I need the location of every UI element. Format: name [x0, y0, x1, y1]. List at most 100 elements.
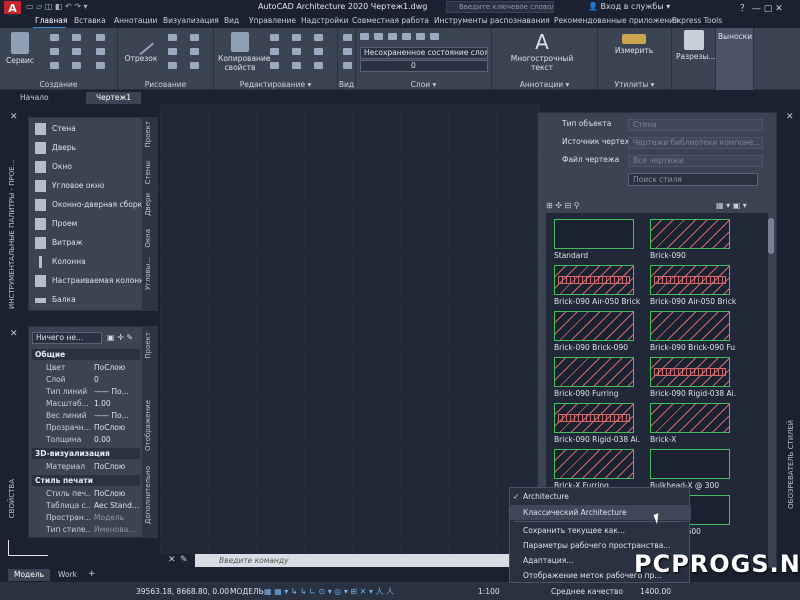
- style-swatch[interactable]: [650, 449, 730, 479]
- prop-row[interactable]: Таблица с... Aec Stand...: [32, 500, 140, 511]
- layout-tab-model[interactable]: Модель: [8, 569, 51, 581]
- doc-tab-drawing1[interactable]: Чертеж1: [86, 92, 142, 104]
- style-swatch[interactable]: [650, 311, 730, 341]
- line-button[interactable]: Отрезок: [124, 28, 158, 63]
- tab-express-tools[interactable]: Express Tools: [672, 16, 722, 25]
- measure-button[interactable]: Измерить: [608, 34, 660, 55]
- layout-tab-work[interactable]: Work: [52, 569, 83, 581]
- command-input[interactable]: Введите команду: [195, 554, 515, 567]
- prop-row[interactable]: Толщина 0.00: [32, 434, 140, 445]
- layer-iso-icon[interactable]: [388, 33, 397, 40]
- style-swatch[interactable]: [554, 219, 634, 249]
- grid-tool-icon[interactable]: [96, 34, 105, 41]
- tab-insert[interactable]: Вставка: [74, 16, 106, 25]
- prop-row[interactable]: Вес линий —— По...: [32, 410, 140, 421]
- window-tool-icon[interactable]: [50, 62, 59, 69]
- palette-item-corner-window[interactable]: Угловое окно: [35, 177, 143, 195]
- palette-item-door[interactable]: Дверь: [35, 139, 143, 157]
- style-swatch[interactable]: [650, 403, 730, 433]
- style-browser-close-icon[interactable]: ✕: [786, 112, 794, 122]
- layer-freeze-icon[interactable]: [402, 33, 411, 40]
- style-swatch[interactable]: [554, 357, 634, 387]
- palette-item-opening[interactable]: Проем: [35, 215, 143, 233]
- section-3d-visualization[interactable]: 3D-визуализация: [32, 448, 140, 459]
- cmd-close-icon[interactable]: ✕: [168, 555, 176, 565]
- tab-addins[interactable]: Надстройки: [301, 16, 349, 25]
- mtext-button[interactable]: A Многострочный текст: [502, 30, 582, 72]
- menu-item-save-current[interactable]: Сохранить текущее как...: [510, 523, 691, 538]
- move-icon[interactable]: [270, 34, 279, 41]
- trim-icon[interactable]: [314, 34, 323, 41]
- layer-off-icon[interactable]: [374, 33, 383, 40]
- prop-row[interactable]: Масштаб... 1.00: [32, 398, 140, 409]
- copy-icon[interactable]: [270, 48, 279, 55]
- drawing-file-select[interactable]: Все чертежи: [628, 155, 763, 167]
- style-swatch[interactable]: [554, 449, 634, 479]
- slab-tool-icon[interactable]: [72, 48, 81, 55]
- annotation-scale[interactable]: 1:100: [478, 587, 500, 596]
- layer-state-select[interactable]: Несохраненное состояние слоя: [360, 47, 488, 59]
- palette-close-icon[interactable]: ✕: [10, 112, 18, 122]
- tab-featured-apps[interactable]: Рекомендованные приложения: [554, 16, 679, 25]
- fillet-icon[interactable]: [314, 48, 323, 55]
- prop-row[interactable]: Слой 0: [32, 374, 140, 385]
- style-swatch[interactable]: [650, 265, 730, 295]
- drafting-toggles[interactable]: ▦ ▦ ▾ ↳ ↳ ∟ ⊙ ▾ ◎ ▾ ⊞ ✕ ▾ 人 人: [264, 586, 394, 597]
- search-input[interactable]: Введите ключевое слово/фразу: [446, 1, 554, 13]
- display-quality[interactable]: Среднее качество: [551, 587, 623, 596]
- style-swatch[interactable]: [554, 265, 634, 295]
- style-search-input[interactable]: Поиск стиля: [628, 173, 758, 186]
- current-layer-select[interactable]: 0: [360, 60, 488, 72]
- object-type-select[interactable]: Стена: [628, 119, 763, 131]
- quick-access-toolbar[interactable]: ▭ ▱ ◫ ◧ ↶ ↷ ▾: [26, 2, 186, 13]
- layer-lock-icon[interactable]: [416, 33, 425, 40]
- palette-item-wall[interactable]: Стена: [35, 120, 143, 138]
- tab-manage[interactable]: Управление: [249, 16, 296, 25]
- scale-icon[interactable]: [292, 62, 301, 69]
- callouts-button[interactable]: Выноски: [718, 32, 752, 41]
- prop-row[interactable]: Тип линий —— По...: [32, 386, 140, 397]
- prop-row[interactable]: Цвет ПоСлою: [32, 362, 140, 373]
- tab-annotate[interactable]: Аннотации: [114, 16, 157, 25]
- stair-tool-icon[interactable]: [72, 62, 81, 69]
- add-layout-icon[interactable]: +: [88, 569, 96, 579]
- array-icon[interactable]: [314, 62, 323, 69]
- style-toolbar-icons[interactable]: ⊞ ✣ ⊟ ⚲: [546, 201, 580, 210]
- rectangle-icon[interactable]: [190, 34, 199, 41]
- tab-recognition[interactable]: Инструменты распознавания: [434, 16, 550, 25]
- section-general[interactable]: Общие: [32, 349, 140, 360]
- service-button[interactable]: Сервис: [6, 32, 34, 65]
- palette-tab-corner[interactable]: Угловы...: [144, 257, 152, 290]
- cmd-settings-icon[interactable]: ✎: [180, 555, 188, 565]
- palette-item-window[interactable]: Окно: [35, 158, 143, 176]
- space-tool-icon[interactable]: [96, 62, 105, 69]
- model-space-toggle[interactable]: МОДЕЛЬ: [230, 587, 264, 596]
- palette-tab-project[interactable]: Проект: [144, 121, 152, 148]
- palette-tab-walls[interactable]: Стены: [144, 161, 152, 184]
- polyline-icon[interactable]: [168, 34, 177, 41]
- elevation-readout[interactable]: 1400.00: [640, 587, 671, 596]
- zoom-icon[interactable]: [343, 48, 352, 55]
- door-tool-icon[interactable]: [50, 48, 59, 55]
- prop-row[interactable]: Простран... Модель: [32, 512, 140, 523]
- select-objects-icon[interactable]: ▣ ✛ ✎: [107, 333, 133, 342]
- rotate-icon[interactable]: [292, 34, 301, 41]
- prop-row[interactable]: Тип стиле... Именова...: [32, 524, 140, 535]
- doc-tab-start[interactable]: Начало: [10, 92, 59, 104]
- prop-row[interactable]: Материал ПоСлою: [32, 461, 140, 472]
- cuts-button[interactable]: Разрезы...: [676, 30, 716, 61]
- layer-match-icon[interactable]: [430, 33, 439, 40]
- style-swatch[interactable]: [554, 311, 634, 341]
- prop-row[interactable]: Стиль печ... ПоСлою: [32, 488, 140, 499]
- stretch-icon[interactable]: [270, 62, 279, 69]
- hatch-icon[interactable]: [190, 48, 199, 55]
- drawing-canvas[interactable]: [160, 104, 540, 554]
- arc-icon[interactable]: [168, 62, 177, 69]
- style-swatch[interactable]: [650, 357, 730, 387]
- view-mode-icons[interactable]: ▦ ▾ ▣ ▾: [716, 201, 747, 210]
- props-tab-display[interactable]: Отображение: [144, 400, 152, 451]
- palette-item-beam[interactable]: Балка: [35, 291, 143, 309]
- palette-item-curtain-wall[interactable]: Витраж: [35, 234, 143, 252]
- column-tool-icon[interactable]: [96, 48, 105, 55]
- window-controls[interactable]: ？ — ▢ ✕: [740, 1, 800, 14]
